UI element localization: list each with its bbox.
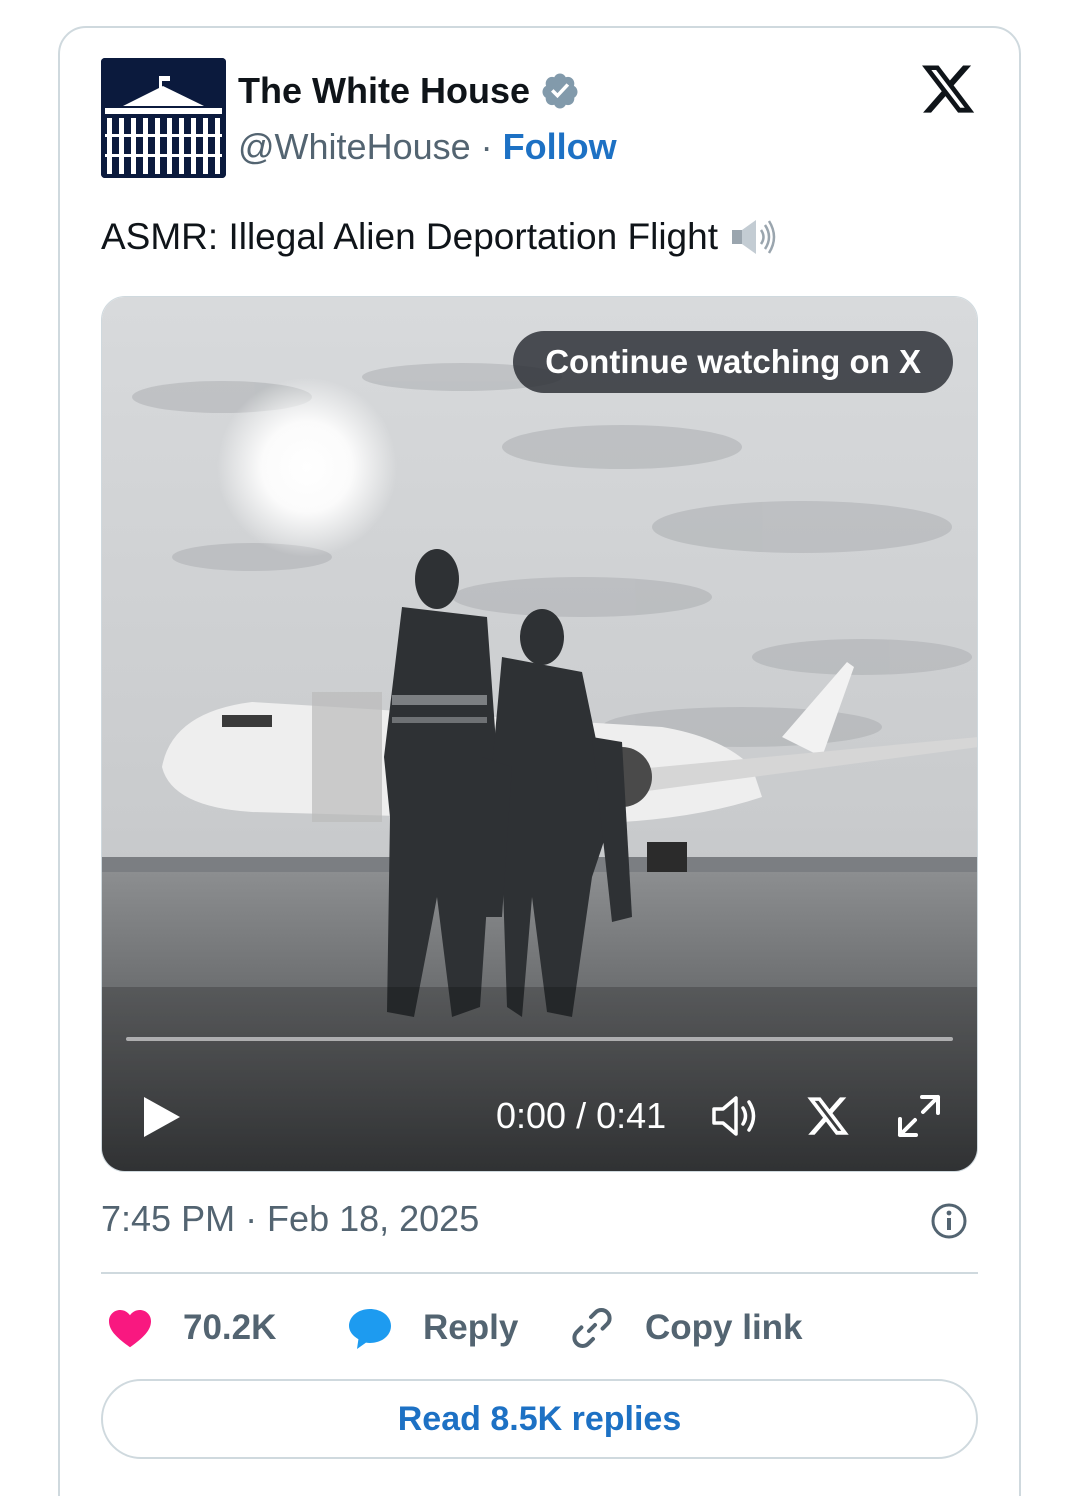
- author-handle[interactable]: @WhiteHouse: [238, 126, 471, 168]
- fullscreen-icon[interactable]: [896, 1093, 942, 1139]
- post-timestamp[interactable]: 7:45 PM · Feb 18, 2025: [101, 1198, 479, 1240]
- separator-dot: ·: [480, 126, 493, 167]
- continue-watching-button[interactable]: Continue watching on X: [513, 331, 953, 393]
- heart-icon: [109, 1310, 151, 1348]
- post-text: ASMR: Illegal Alien Deportation Flight: [101, 216, 778, 258]
- video-player[interactable]: Continue watching on X 0:00 / 0:41: [101, 296, 978, 1172]
- like-count: 70.2K: [183, 1308, 277, 1347]
- divider: [101, 1272, 978, 1274]
- like-button[interactable]: 70.2K: [105, 1300, 276, 1356]
- white-house-logo-icon: [101, 58, 226, 178]
- video-progress-bar[interactable]: [126, 1037, 953, 1041]
- info-icon[interactable]: [930, 1202, 968, 1240]
- link-icon: [572, 1308, 612, 1348]
- read-replies-button[interactable]: Read 8.5K replies: [101, 1379, 978, 1459]
- post-actions: 70.2K Reply Copy link: [101, 1300, 978, 1356]
- post-text-content: ASMR: Illegal Alien Deportation Flight: [101, 216, 718, 257]
- video-time: 0:00 / 0:41: [496, 1095, 667, 1136]
- x-logo-icon[interactable]: [918, 60, 978, 118]
- video-controls: 0:00 / 0:41: [102, 1077, 977, 1157]
- author-handle-row: @WhiteHouse · Follow: [238, 126, 617, 168]
- volume-icon[interactable]: [710, 1093, 760, 1139]
- play-icon[interactable]: [140, 1093, 184, 1141]
- author-name[interactable]: The White House: [238, 70, 530, 112]
- reply-label: Reply: [423, 1308, 519, 1347]
- author-avatar[interactable]: [101, 58, 226, 178]
- follow-button[interactable]: Follow: [503, 126, 617, 168]
- x-logo-icon[interactable]: [804, 1093, 852, 1139]
- copy-link-label: Copy link: [645, 1308, 803, 1347]
- reply-button[interactable]: Reply: [345, 1300, 518, 1356]
- speaker-icon: [731, 220, 776, 254]
- author-name-row: The White House: [238, 70, 580, 112]
- reply-bubble-icon: [349, 1309, 391, 1349]
- copy-link-button[interactable]: Copy link: [567, 1300, 803, 1356]
- verified-badge-icon: [542, 73, 578, 109]
